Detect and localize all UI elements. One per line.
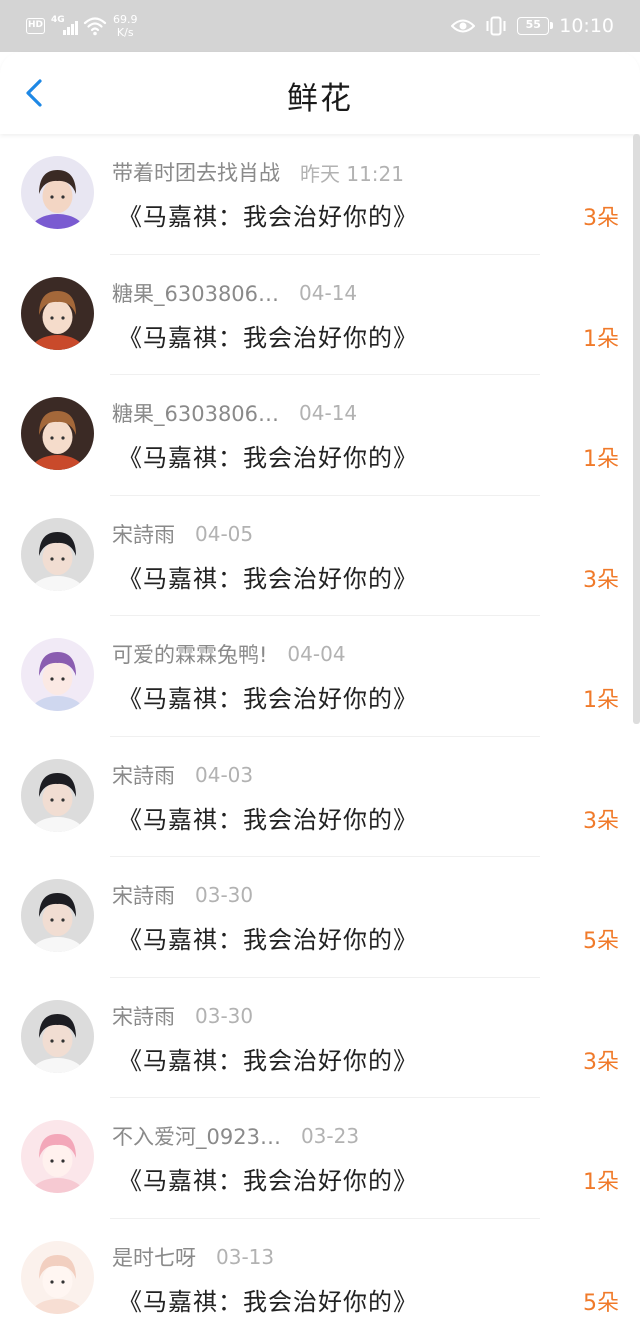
- network-speed-unit: K/s: [116, 26, 134, 39]
- avatar[interactable]: [21, 879, 94, 952]
- item-meta: 是时七呀 03-13: [112, 1241, 274, 1273]
- flower-count: 3朵: [583, 567, 619, 593]
- list-item[interactable]: 是时七呀 03-13 《马嘉祺：我会治好你的》 5朵: [0, 1219, 640, 1330]
- item-meta: 宋詩雨 03-30: [112, 879, 253, 911]
- flower-count: 1朵: [583, 1170, 619, 1195]
- avatar[interactable]: [21, 1120, 94, 1193]
- timestamp: 04-04: [287, 642, 346, 666]
- timestamp: 03-30: [195, 883, 254, 907]
- status-bar: HD 4G 69.9 K/s 55 10:10: [0, 0, 640, 52]
- list-item[interactable]: 糖果_6303806… 04-14 《马嘉祺：我会治好你的》 1朵: [0, 375, 640, 496]
- item-meta: 糖果_6303806… 04-14: [112, 277, 357, 309]
- gift-message: 《马嘉祺：我会治好你的》: [118, 685, 418, 713]
- avatar-image: [21, 999, 94, 1073]
- gift-message: 《马嘉祺：我会治好你的》: [118, 323, 418, 352]
- item-meta: 可爱的霖霖兔鸭! 04-04: [112, 638, 346, 670]
- flower-count: 5朵: [583, 1290, 619, 1316]
- flower-count: 3朵: [583, 808, 619, 834]
- flower-count: 1朵: [583, 688, 619, 713]
- avatar-image: [21, 1240, 94, 1314]
- sender-name[interactable]: 是时七呀: [112, 1242, 196, 1272]
- status-right: 55 10:10: [451, 10, 614, 42]
- timestamp: 03-30: [195, 1003, 254, 1028]
- avatar-image: [21, 758, 94, 832]
- gift-message: 《马嘉祺：我会治好你的》: [118, 203, 418, 231]
- item-meta: 宋詩雨 04-05: [112, 518, 253, 550]
- battery-icon: 55: [517, 17, 554, 35]
- list-item[interactable]: 宋詩雨 04-05 《马嘉祺：我会治好你的》 3朵: [0, 496, 640, 616]
- avatar[interactable]: [21, 156, 94, 229]
- network-type: 4G: [51, 15, 65, 25]
- timestamp: 04-14: [299, 280, 358, 305]
- avatar[interactable]: [21, 758, 94, 832]
- item-meta: 不入爱河_0923… 03-23: [112, 1120, 359, 1152]
- item-meta: 宋詩雨 04-03: [112, 759, 253, 791]
- avatar[interactable]: [21, 276, 94, 350]
- avatar-image: [21, 517, 94, 591]
- flower-count: 1朵: [583, 447, 619, 472]
- flower-count: 5朵: [583, 929, 619, 954]
- timestamp: 04-14: [299, 401, 358, 425]
- sender-name[interactable]: 宋詩雨: [112, 519, 175, 549]
- list-item[interactable]: 宋詩雨 04-03 《马嘉祺：我会治好你的》 3朵: [0, 737, 640, 857]
- nav-bar: 鲜花: [0, 52, 640, 134]
- list-item[interactable]: 宋詩雨 03-30 《马嘉祺：我会治好你的》 3朵: [0, 978, 640, 1098]
- gift-message: 《马嘉祺：我会治好你的》: [118, 805, 418, 834]
- hd-badge: HD: [26, 18, 45, 34]
- timestamp: 昨天 11:21: [300, 161, 404, 186]
- avatar[interactable]: [21, 1240, 94, 1314]
- list-item[interactable]: 不入爱河_0923… 03-23 《马嘉祺：我会治好你的》 1朵: [0, 1098, 640, 1219]
- timestamp: 04-03: [195, 762, 254, 787]
- sender-name[interactable]: 带着时团去找肖战: [112, 157, 280, 187]
- sender-name[interactable]: 宋詩雨: [112, 880, 175, 910]
- avatar-image: [21, 276, 94, 350]
- item-meta: 带着时团去找肖战 昨天 11:21: [112, 156, 404, 188]
- avatar[interactable]: [21, 517, 94, 591]
- gift-message: 《马嘉祺：我会治好你的》: [118, 1167, 418, 1195]
- list-item[interactable]: 宋詩雨 03-30 《马嘉祺：我会治好你的》 5朵: [0, 857, 640, 978]
- timestamp: 04-05: [195, 521, 254, 546]
- network-speed-value: 69.9: [113, 13, 138, 26]
- timestamp: 03-13: [216, 1244, 275, 1269]
- gift-message: 《马嘉祺：我会治好你的》: [118, 564, 418, 593]
- gift-message: 《马嘉祺：我会治好你的》: [118, 1287, 418, 1316]
- sender-name[interactable]: 糖果_6303806…: [112, 278, 279, 308]
- avatar[interactable]: [21, 397, 94, 470]
- avatar-image: [21, 1120, 94, 1193]
- avatar-image: [21, 879, 94, 952]
- flower-count: 1朵: [583, 326, 619, 352]
- list-item[interactable]: 带着时团去找肖战 昨天 11:21 《马嘉祺：我会治好你的》 3朵: [0, 134, 640, 255]
- gift-message: 《马嘉祺：我会治好你的》: [118, 444, 418, 472]
- avatar-image: [21, 397, 94, 470]
- wifi-icon: [83, 17, 107, 36]
- item-meta: 糖果_6303806… 04-14: [112, 397, 357, 429]
- gift-list[interactable]: 带着时团去找肖战 昨天 11:21 《马嘉祺：我会治好你的》 3朵 糖果_6303806…: [0, 134, 640, 1330]
- timestamp: 03-23: [300, 1124, 360, 1148]
- avatar-image: [21, 638, 94, 711]
- flower-count: 3朵: [583, 1049, 619, 1075]
- status-clock: 10:10: [559, 15, 614, 37]
- vibrate-icon: [486, 16, 506, 36]
- avatar[interactable]: [21, 999, 94, 1073]
- item-meta: 宋詩雨 03-30: [112, 1000, 253, 1032]
- cellular-signal-icon: 4G: [51, 15, 79, 37]
- gift-message: 《马嘉祺：我会治好你的》: [118, 926, 418, 954]
- flower-count: 3朵: [583, 206, 619, 231]
- status-left: HD 4G 69.9 K/s: [26, 10, 138, 42]
- list-item[interactable]: 可爱的霖霖兔鸭! 04-04 《马嘉祺：我会治好你的》 1朵: [0, 616, 640, 737]
- list-item[interactable]: 糖果_6303806… 04-14 《马嘉祺：我会治好你的》 1朵: [0, 255, 640, 375]
- avatar[interactable]: [21, 638, 94, 711]
- sender-name[interactable]: 宋詩雨: [112, 1001, 175, 1031]
- page-title: 鲜花: [287, 81, 353, 117]
- sender-name[interactable]: 可爱的霖霖兔鸭!: [112, 639, 267, 669]
- sender-name[interactable]: 宋詩雨: [112, 760, 175, 790]
- network-speed: 69.9 K/s: [113, 13, 138, 39]
- sender-name[interactable]: 糖果_6303806…: [112, 398, 279, 428]
- gift-message: 《马嘉祺：我会治好你的》: [118, 1046, 418, 1075]
- eye-comfort-icon: [451, 19, 476, 33]
- avatar-image: [21, 156, 94, 229]
- sender-name[interactable]: 不入爱河_0923…: [112, 1121, 281, 1151]
